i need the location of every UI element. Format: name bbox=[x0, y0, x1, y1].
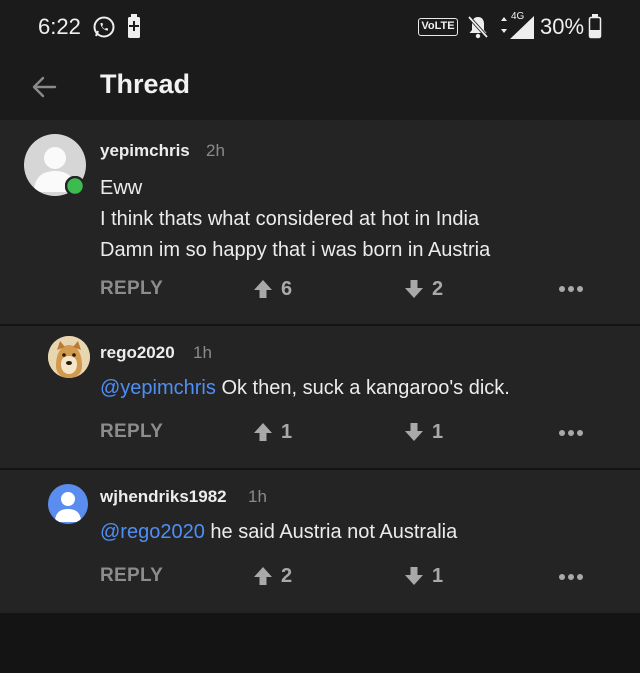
status-time: 6:22 bbox=[38, 14, 81, 39]
downvote-count: 2 bbox=[432, 278, 444, 300]
reply-button[interactable]: REPLY bbox=[100, 278, 163, 300]
downvote-count: 1 bbox=[432, 565, 444, 587]
battery-saver-icon bbox=[128, 14, 140, 38]
comment-username[interactable]: rego2020 bbox=[100, 343, 175, 363]
bottom-area bbox=[0, 613, 640, 673]
comment-age: 1h bbox=[193, 343, 212, 362]
comment-item: rego2020 1h @yepimchris Ok then, suck a … bbox=[0, 326, 640, 468]
network-type-label: 4G bbox=[511, 11, 525, 22]
comment-text-line: @yepimchris Ok then, suck a kangaroo's d… bbox=[100, 377, 510, 400]
comment-text-line: Eww bbox=[100, 177, 143, 199]
upvote-icon[interactable] bbox=[253, 422, 273, 442]
notifications-muted-icon bbox=[467, 15, 489, 39]
online-status-icon bbox=[65, 176, 85, 196]
page-title: Thread bbox=[100, 69, 191, 99]
downvote-count: 1 bbox=[432, 421, 444, 443]
back-arrow-icon[interactable] bbox=[30, 73, 58, 101]
thread-content: yepimchris 2h Eww I think thats what con… bbox=[0, 120, 640, 613]
more-options-icon[interactable] bbox=[558, 285, 584, 293]
whatsapp-icon bbox=[93, 16, 115, 38]
default-user-avatar-icon bbox=[55, 492, 81, 522]
avatar[interactable] bbox=[48, 484, 88, 524]
app-bar: Thread bbox=[0, 56, 640, 120]
comment-age: 1h bbox=[248, 487, 267, 506]
battery-percentage: 30% bbox=[540, 14, 585, 39]
comment-text: he said Austria not Australia bbox=[204, 521, 458, 543]
comment-username[interactable]: yepimchris bbox=[100, 141, 190, 161]
status-bar: 6:22 VoLTE 4G 30% bbox=[0, 0, 640, 56]
reply-button[interactable]: REPLY bbox=[100, 565, 163, 587]
more-options-icon[interactable] bbox=[558, 429, 584, 437]
downvote-icon[interactable] bbox=[404, 422, 424, 442]
battery-icon bbox=[588, 14, 602, 39]
upvote-count: 2 bbox=[281, 565, 293, 587]
volte-badge: VoLTE bbox=[418, 18, 458, 36]
doge-avatar-icon bbox=[48, 336, 90, 378]
comment-item: yepimchris 2h Eww I think thats what con… bbox=[0, 120, 640, 325]
comment-text-line: I think thats what considered at hot in … bbox=[100, 208, 480, 230]
avatar[interactable] bbox=[48, 336, 90, 378]
comment-item: wjhendriks1982 1h @rego2020 he said Aust… bbox=[0, 470, 640, 612]
upvote-icon[interactable] bbox=[253, 279, 273, 299]
upvote-count: 6 bbox=[281, 278, 293, 300]
comment-text: Ok then, suck a kangaroo's dick. bbox=[215, 377, 510, 399]
comment-username[interactable]: wjhendriks1982 bbox=[100, 487, 227, 507]
downvote-icon[interactable] bbox=[404, 566, 424, 586]
comment-text-line: @rego2020 he said Austria not Australia bbox=[100, 521, 457, 544]
upvote-count: 1 bbox=[281, 421, 293, 443]
user-mention-link[interactable]: @yepimchris bbox=[100, 377, 216, 399]
upvote-icon[interactable] bbox=[253, 566, 273, 586]
comment-text-line: Damn im so happy that i was born in Aust… bbox=[100, 239, 491, 261]
downvote-icon[interactable] bbox=[404, 279, 424, 299]
user-mention-link[interactable]: @rego2020 bbox=[100, 521, 205, 543]
more-options-icon[interactable] bbox=[558, 573, 584, 581]
reply-button[interactable]: REPLY bbox=[100, 421, 163, 443]
comment-age: 2h bbox=[206, 141, 225, 160]
